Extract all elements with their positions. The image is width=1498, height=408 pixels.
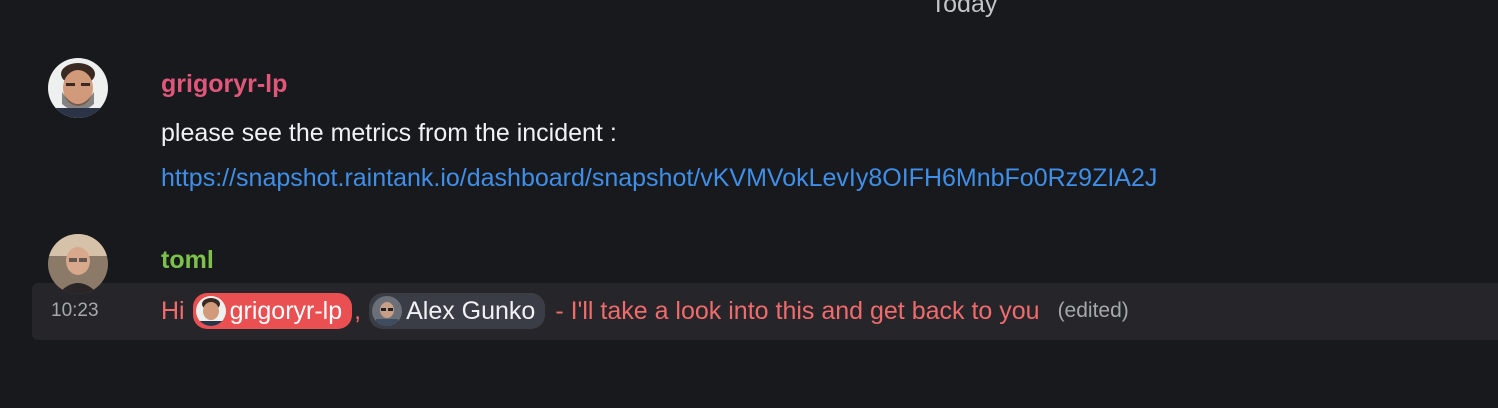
mention-user-label: Alex Gunko (406, 296, 536, 325)
day-separator: Today (930, 0, 998, 18)
mention-user[interactable]: Alex Gunko (369, 293, 546, 329)
edited-indicator: (edited) (1057, 299, 1129, 322)
mention-avatar (372, 296, 403, 326)
mention-self[interactable]: grigoryr-lp (192, 293, 353, 329)
message-text: Hi grigoryr-lp , Alex Gunko - I'll take … (161, 292, 1129, 330)
message-text: please see the metrics from the incident… (161, 119, 617, 147)
mention-self-label: grigoryr-lp (229, 296, 343, 325)
sender-name[interactable]: grigoryr-lp (161, 70, 287, 99)
message-body: - I'll take a look into this and get bac… (555, 296, 1040, 325)
avatar-toml[interactable] (48, 234, 108, 294)
snapshot-link[interactable]: https://snapshot.raintank.io/dashboard/s… (161, 164, 1157, 193)
mention-avatar (195, 296, 226, 326)
sender-name[interactable]: toml (161, 246, 214, 275)
avatar-grigoryr-lp[interactable] (48, 58, 108, 118)
separator-comma: , (354, 296, 362, 325)
message-timestamp[interactable]: 10:23 (51, 300, 99, 322)
greeting-text: Hi (161, 296, 185, 325)
